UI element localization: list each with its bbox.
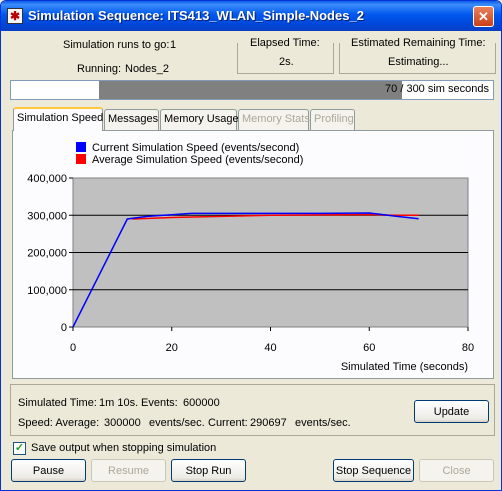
resume-button[interactable]: Resume [91, 459, 166, 482]
tab-memory-stats[interactable]: Memory Stats [238, 109, 310, 130]
app-icon: ✱ [7, 8, 23, 24]
close-window-button[interactable]: ✕ [473, 6, 494, 27]
speed-current-unit: events/sec. [295, 417, 351, 429]
update-button[interactable]: Update [414, 400, 489, 423]
checkmark-icon: ✓ [14, 442, 25, 454]
legend-swatch [76, 154, 86, 164]
x-tick-label: 80 [462, 342, 474, 354]
elapsed-time-value: 2s. [279, 56, 294, 68]
x-tick-label: 40 [264, 342, 276, 354]
simulation-sequence-window: ✱ Simulation Sequence: ITS413_WLAN_Simpl… [0, 0, 502, 491]
running-value: Nodes_2 [125, 63, 170, 75]
progress-bar: 70 / 300 sim seconds [10, 80, 494, 100]
window-title: Simulation Sequence: ITS413_WLAN_Simple-… [28, 8, 364, 23]
legend-swatch [76, 142, 86, 152]
y-tick-label: 200,000 [27, 248, 67, 260]
speed-current-value: 290697 [250, 417, 287, 429]
x-tick-label: 20 [166, 342, 178, 354]
simulated-time-label: Simulated Time: [18, 397, 97, 409]
stop-sequence-button[interactable]: Stop Sequence [333, 459, 414, 482]
x-tick-label: 0 [70, 342, 76, 354]
speed-average-label: Speed: Average: [18, 417, 100, 429]
legend-label: Current Simulation Speed (events/second) [92, 142, 299, 154]
running-label: Running: [77, 63, 122, 75]
events-value: 600000 [183, 397, 220, 409]
y-tick-label: 400,000 [27, 173, 67, 185]
y-tick-label: 100,000 [27, 285, 67, 297]
speed-average-value: 300000 [104, 417, 141, 429]
title-bar[interactable]: ✱ Simulation Sequence: ITS413_WLAN_Simpl… [1, 1, 501, 31]
speed-current-label: Current: [208, 417, 248, 429]
progress-fill [99, 81, 402, 99]
close-button[interactable]: Close [419, 459, 494, 482]
x-axis-label: Simulated Time (seconds) [341, 361, 468, 373]
runs-to-go-value: 1 [170, 39, 177, 51]
remaining-time-title: Estimated Remaining Time: [349, 37, 488, 49]
legend-label: Average Simulation Speed (events/second) [92, 154, 303, 166]
simulated-time-value: 1m 10s. [99, 397, 139, 409]
tab-memory-usage[interactable]: Memory Usage [160, 109, 239, 130]
events-label: Events: [141, 397, 178, 409]
stop-run-button[interactable]: Stop Run [171, 459, 246, 482]
y-tick-label: 300,000 [27, 210, 67, 222]
progress-label: 70 / 300 sim seconds [385, 83, 489, 95]
save-output-checkbox[interactable]: ✓ [13, 442, 26, 455]
remaining-time-value: Estimating... [388, 56, 449, 68]
simulation-speed-chart: 0 100,000 200,000 300,000 400,000 0 20 40 60 80 Si… [27, 142, 474, 373]
pause-button[interactable]: Pause [11, 459, 86, 482]
save-output-label[interactable]: Save output when stopping simulation [31, 442, 216, 454]
tab-simulation-speed[interactable]: Simulation Speed [13, 107, 103, 131]
runs-to-go-label: Simulation runs to go: [63, 39, 170, 51]
tab-messages[interactable]: Messages [104, 109, 159, 130]
tab-profiling[interactable]: Profiling [310, 109, 355, 130]
x-tick-label: 60 [363, 342, 375, 354]
elapsed-time-title: Elapsed Time: [248, 37, 322, 49]
y-tick-label: 0 [61, 322, 67, 334]
speed-average-unit: events/sec. [149, 417, 205, 429]
tab-panel: 0 100,000 200,000 300,000 400,000 0 20 40 60 80 Si… [12, 130, 494, 379]
